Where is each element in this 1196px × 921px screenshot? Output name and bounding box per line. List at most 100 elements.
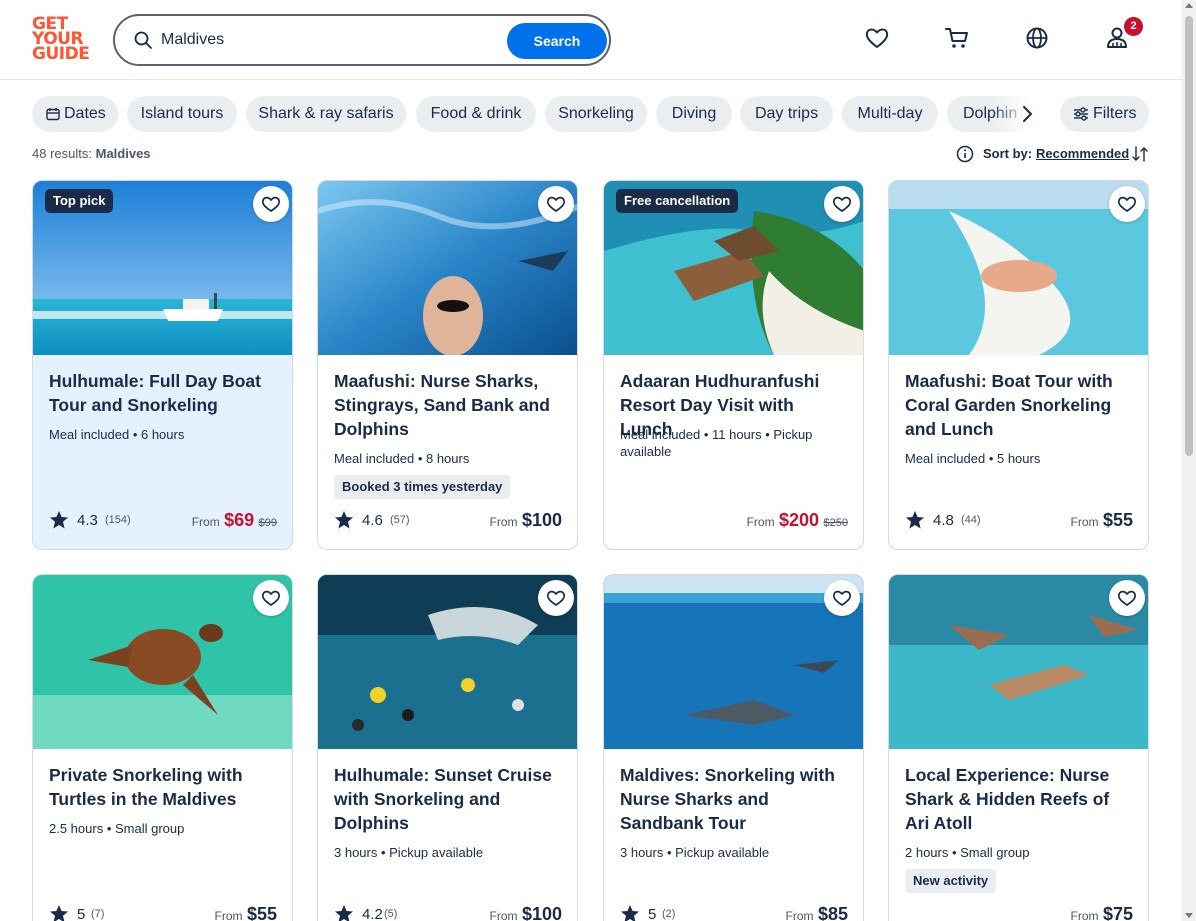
filters-button[interactable]: Filters [1060, 96, 1149, 132]
activity-image[interactable] [318, 575, 577, 749]
activity-title[interactable]: Hulhumale: Full Day Boat Tour and Snorke… [49, 369, 279, 417]
review-count: (44) [961, 514, 981, 526]
activity-card[interactable]: Maafushi: Boat Tour with Coral Garden Sn… [888, 180, 1149, 550]
chip-dates[interactable]: Dates [32, 96, 118, 132]
activity-image[interactable]: Free cancellation [604, 181, 863, 355]
activity-price: From $55 [1071, 510, 1134, 534]
activity-title[interactable]: Maldives: Snorkeling with Nurse Sharks a… [620, 763, 850, 835]
heart-icon [261, 196, 281, 213]
activity-meta: Meal included • 8 hours [334, 451, 470, 466]
wishlist-button[interactable] [538, 580, 574, 616]
chip-day-trips[interactable]: Day trips [740, 96, 833, 132]
star-icon [621, 905, 639, 921]
activity-price: From $100 [490, 510, 563, 534]
heart-icon [546, 196, 566, 213]
results-count: 48 results: Maldives [32, 146, 151, 161]
price-from-label: From [1070, 515, 1099, 529]
activity-meta: 3 hours • Pickup available [334, 845, 484, 860]
logo-line-3: GUIDE [32, 44, 90, 64]
activity-card[interactable]: Private Snorkeling with Turtles in the M… [32, 574, 293, 921]
review-count: (57) [390, 514, 410, 526]
activity-image[interactable] [889, 181, 1148, 355]
free-cancellation-badge: Free cancellation [616, 189, 739, 213]
scroll-up-icon[interactable] [1185, 3, 1193, 8]
top-header: GET YOUR GUIDE Search 2 [0, 0, 1182, 80]
sort-arrows-icon[interactable] [1132, 145, 1148, 163]
wishlist-button[interactable] [1109, 186, 1145, 222]
page-scrollbar[interactable] [1182, 0, 1196, 921]
price-from-label: From [746, 515, 775, 529]
search-icon [134, 31, 152, 49]
rating-value: 5 [648, 906, 657, 921]
globe-icon[interactable] [1024, 25, 1050, 51]
chip-island-tours[interactable]: Island tours [127, 96, 237, 132]
activity-card[interactable]: Hulhumale: Sunset Cruise with Snorkeling… [317, 574, 578, 921]
price-from-label: From [489, 515, 518, 529]
info-icon[interactable] [956, 145, 974, 163]
calendar-icon [46, 108, 60, 121]
original-price: $250 [823, 517, 848, 529]
chip-snorkeling[interactable]: Snorkeling [545, 96, 647, 132]
activity-card[interactable]: Maldives: Snorkeling with Nurse Sharks a… [603, 574, 864, 921]
activity-title[interactable]: Maafushi: Nurse Sharks, Stingrays, Sand … [334, 369, 564, 441]
price-from-label: From [489, 909, 518, 921]
activity-image[interactable] [318, 181, 577, 355]
heart-icon [261, 590, 281, 607]
activity-meta: 3 hours • Pickup available [620, 845, 770, 860]
wishlist-button[interactable] [824, 580, 860, 616]
chip-food-drink[interactable]: Food & drink [416, 96, 536, 132]
scrollbar-thumb[interactable] [1185, 16, 1193, 456]
activity-meta: Meal included • 6 hours [49, 427, 185, 442]
wishlist-button[interactable] [824, 186, 860, 222]
activity-title[interactable]: Private Snorkeling with Turtles in the M… [49, 763, 279, 811]
activity-card[interactable]: Maafushi: Nurse Sharks, Stingrays, Sand … [317, 180, 578, 550]
wishlist-button[interactable] [253, 580, 289, 616]
star-icon [335, 905, 353, 921]
getyourguide-logo[interactable]: GET YOUR GUIDE [32, 16, 90, 64]
price-from-label: From [191, 515, 220, 529]
price-amount: $100 [521, 904, 562, 921]
star-icon [906, 511, 924, 529]
activity-meta: Meal included • 5 hours [905, 451, 1041, 466]
cart-icon[interactable] [944, 25, 970, 51]
heart-icon [1117, 590, 1137, 607]
activity-image[interactable]: Top pick [33, 181, 292, 355]
activity-title[interactable]: Local Experience: Nurse Shark & Hidden R… [905, 763, 1135, 835]
price-from-label: From [214, 909, 243, 921]
results-count-text: 48 results: [32, 146, 92, 161]
activity-title[interactable]: Maafushi: Boat Tour with Coral Garden Sn… [905, 369, 1135, 441]
chip-shark-ray-safaris[interactable]: Shark & ray safaris [246, 96, 406, 132]
rating-value: 4.3 [77, 512, 98, 529]
booked-badge: Booked 3 times yesterday [334, 475, 511, 499]
price-from-label: From [1070, 909, 1099, 921]
wishlist-button[interactable] [538, 186, 574, 222]
wishlist-button[interactable] [253, 186, 289, 222]
star-icon [50, 511, 68, 529]
search-input[interactable] [161, 25, 501, 55]
activity-image[interactable] [604, 575, 863, 749]
price-amount: $55 [1102, 510, 1133, 530]
search-button[interactable]: Search [507, 23, 607, 59]
activity-meta: Meal included • 11 hours • Pickup availa… [620, 427, 813, 459]
activity-price: From $69 $99 [192, 510, 277, 534]
price-amount: $69 [224, 510, 255, 530]
activity-card[interactable]: Free cancellation Adaaran Hudhuranfushi … [603, 180, 864, 550]
activity-card[interactable]: Local Experience: Nurse Shark & Hidden R… [888, 574, 1149, 921]
sort-label: Sort by: [983, 146, 1033, 161]
wishlist-button[interactable] [1109, 580, 1145, 616]
category-chips: Dates Island tours Shark & ray safaris F… [32, 96, 1044, 132]
activity-image[interactable] [889, 575, 1148, 749]
activity-title[interactable]: Hulhumale: Sunset Cruise with Snorkeling… [334, 763, 564, 835]
heart-icon[interactable] [864, 25, 890, 51]
activity-card[interactable]: Top pick Hulhumale: Full Day Boat Tour a… [32, 180, 293, 550]
price-amount: $55 [246, 904, 277, 921]
activity-price: From $85 [786, 904, 849, 921]
chevron-right-icon[interactable] [1016, 103, 1038, 125]
chip-multi-day[interactable]: Multi-day [842, 96, 938, 132]
activity-image[interactable] [33, 575, 292, 749]
price-amount: $100 [521, 510, 562, 530]
sort-value[interactable]: Recommended [1036, 146, 1129, 161]
scroll-down-icon[interactable] [1185, 913, 1193, 918]
star-icon [50, 905, 68, 921]
chip-diving[interactable]: Diving [656, 96, 732, 132]
